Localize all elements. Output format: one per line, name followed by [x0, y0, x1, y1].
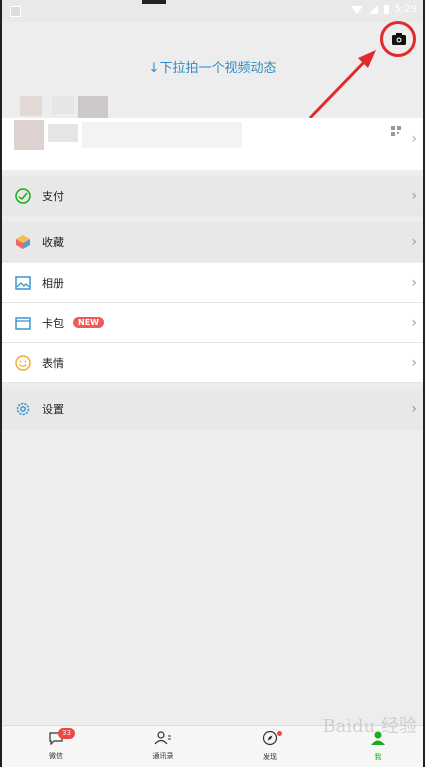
annotation-arrow — [308, 50, 376, 120]
menu-item-emoji[interactable]: 表情 › — [2, 343, 423, 383]
chevron-right-icon: › — [411, 314, 417, 331]
status-bar: 5:29 — [2, 0, 423, 22]
unread-badge: 33 — [58, 728, 75, 739]
name-blur — [14, 120, 44, 150]
tab-label: 我 — [374, 753, 382, 761]
menu-item-label: 表情 — [42, 356, 64, 370]
wechat-me-screen: 5:29 ↓下拉拍一个视频动态 › 支付 › 收藏 › 相册 › 卡包 NEW … — [2, 0, 423, 767]
tab-discover[interactable]: 发现 — [240, 730, 300, 762]
tab-label: 发现 — [263, 753, 277, 761]
menu-item-album[interactable]: 相册 › — [2, 263, 423, 303]
avatar-blur — [78, 96, 108, 118]
menu-item-favorites[interactable]: 收藏 › — [2, 222, 423, 262]
menu-item-label: 收藏 — [42, 235, 64, 249]
avatar-blur — [52, 96, 74, 114]
tab-chats[interactable]: 33 微信 — [26, 728, 86, 761]
menu-item-label: 卡包 — [42, 316, 64, 330]
tab-contacts[interactable]: 通讯录 — [133, 730, 193, 761]
pull-down-hint: ↓下拉拍一个视频动态 — [148, 61, 277, 76]
wifi-icon — [350, 5, 363, 14]
menu-item-label: 支付 — [42, 189, 64, 203]
notification-icon — [10, 6, 21, 17]
annotation-circle — [380, 21, 416, 57]
emoji-icon — [15, 355, 31, 371]
status-indicators: 5:29 — [350, 4, 417, 15]
chevron-right-icon: › — [411, 400, 417, 417]
profile-card[interactable]: › — [2, 118, 423, 170]
settings-icon — [16, 402, 30, 416]
contacts-icon — [154, 731, 171, 745]
discover-icon — [262, 730, 278, 746]
menu-item-label: 设置 — [42, 402, 64, 416]
tab-label: 通讯录 — [152, 752, 174, 760]
watermark: Baidu 经验 — [322, 716, 417, 737]
chevron-right-icon: › — [411, 233, 417, 250]
qr-code-icon[interactable] — [391, 126, 401, 136]
chevron-right-icon: › — [411, 354, 417, 371]
menu-item-pay[interactable]: 支付 › — [2, 176, 423, 216]
chevron-right-icon: › — [411, 131, 417, 147]
wechat-id-blur — [82, 122, 242, 148]
menu-item-settings[interactable]: 设置 › — [2, 389, 423, 429]
battery-icon — [383, 5, 389, 14]
menu-item-card[interactable]: 卡包 NEW › — [2, 303, 423, 343]
new-badge: NEW — [73, 317, 104, 328]
new-dot — [277, 731, 282, 736]
status-time: 5:29 — [394, 4, 417, 15]
chevron-right-icon: › — [411, 187, 417, 204]
pay-icon — [15, 188, 31, 204]
card-icon — [15, 317, 31, 330]
favorites-icon — [16, 235, 30, 249]
album-icon — [15, 276, 31, 290]
chevron-right-icon: › — [411, 274, 417, 291]
signal-icon — [368, 5, 378, 14]
name-blur — [48, 124, 78, 142]
menu-item-label: 相册 — [42, 276, 64, 290]
avatar[interactable] — [20, 96, 42, 116]
camera-notch — [142, 0, 166, 4]
tab-label: 微信 — [49, 752, 63, 760]
